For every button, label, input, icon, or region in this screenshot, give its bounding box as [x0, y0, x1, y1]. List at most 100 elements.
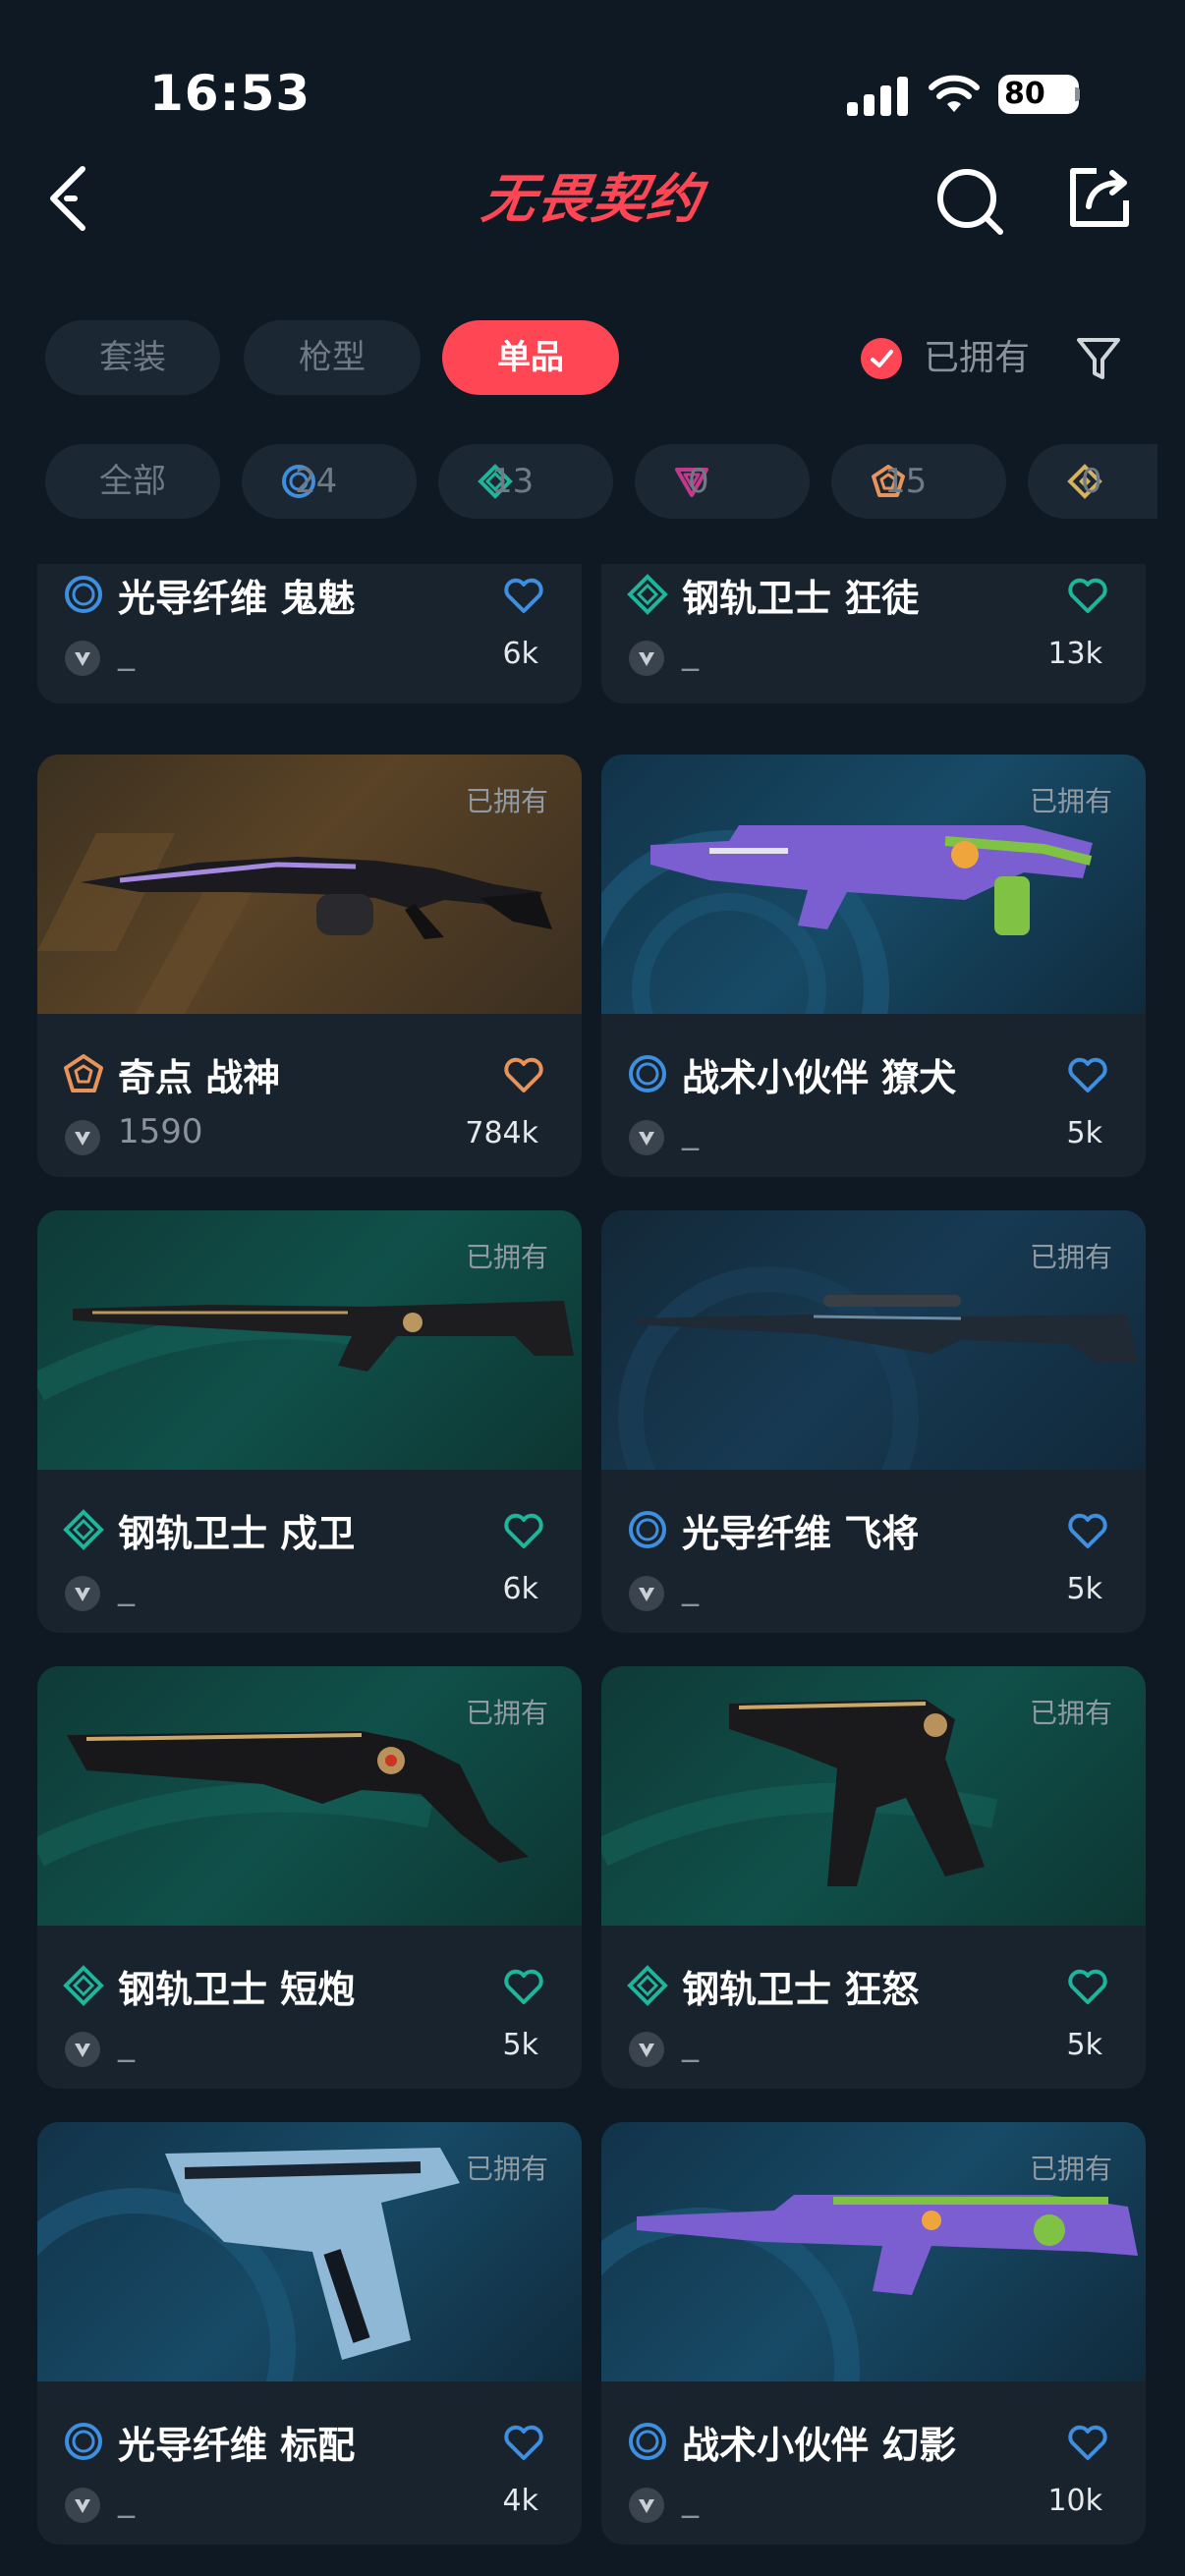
valorant-points-icon	[65, 1120, 100, 1155]
weapon-image: 已拥有	[37, 1666, 582, 1926]
card-info: 钢轨卫士 狂怒 _ 5k	[601, 1926, 1146, 2089]
checkbox-checked-icon[interactable]	[861, 338, 902, 379]
owned-tag: 已拥有	[465, 1241, 548, 1273]
heart-icon[interactable]	[503, 2425, 544, 2462]
tab-weapon-types[interactable]: 枪型	[244, 320, 421, 395]
item-card[interactable]: 已拥有 战术小伙伴 獠犬 _ 5k	[601, 755, 1146, 1177]
heart-icon[interactable]	[1067, 1513, 1108, 1550]
owned-tag: 已拥有	[1029, 2153, 1112, 2185]
select-tier-icon	[63, 2421, 104, 2462]
like-count: 6k	[502, 1572, 538, 1606]
item-card[interactable]: 已拥有 光导纤维 飞将 _ 5k	[601, 1210, 1146, 1633]
item-card[interactable]: 已拥有 钢轨卫士 短炮 _ 5k	[37, 1666, 582, 2089]
weapon-name: 光导纤维 飞将	[682, 1512, 920, 1555]
card-info: 光导纤维 标配 _ 4k	[37, 2381, 582, 2545]
valorant-points-icon	[65, 1576, 100, 1611]
like-count: 13k	[1047, 637, 1102, 671]
valorant-points-icon	[629, 641, 664, 676]
status-time: 16:53	[149, 65, 311, 122]
heart-icon[interactable]	[1067, 1057, 1108, 1094]
chip-exclusive-count: 15	[884, 462, 928, 501]
owned-filter-label: 已拥有	[924, 338, 1031, 378]
tab-items[interactable]: 单品	[442, 320, 619, 395]
weapon-name: 光导纤维 标配	[118, 2424, 356, 2467]
item-card[interactable]: 已拥有 光导纤维 标配 _ 4k	[37, 2122, 582, 2545]
valorant-points-icon	[629, 1576, 664, 1611]
chip-deluxe-tier[interactable]: 13	[438, 444, 613, 519]
like-count: 784k	[465, 1116, 538, 1150]
owned-tag: 已拥有	[465, 2153, 548, 2185]
search-icon[interactable]	[933, 165, 1006, 238]
price: _	[682, 633, 699, 672]
heart-icon[interactable]	[503, 1969, 544, 2006]
deluxe-tier-icon	[627, 574, 668, 615]
chip-ultra-tier[interactable]: 0	[1028, 444, 1157, 519]
valorant-points-icon	[65, 2488, 100, 2523]
weapon-name: 钢轨卫士 短炮	[118, 1968, 356, 2011]
tab-sets[interactable]: 套装	[45, 320, 220, 395]
item-card[interactable]: 钢轨卫士 狂徒 _ 13k	[601, 564, 1146, 703]
price: _	[682, 1568, 699, 1607]
back-icon[interactable]	[43, 161, 102, 236]
item-card[interactable]: 已拥有 奇点 战神 1590 784k	[37, 755, 582, 1177]
card-info: 战术小伙伴 幻影 _ 10k	[601, 2381, 1146, 2545]
weapon-image: 已拥有	[601, 2122, 1146, 2381]
chip-premium-tier[interactable]: 0	[635, 444, 810, 519]
owned-tag: 已拥有	[465, 1697, 548, 1729]
item-card[interactable]: 已拥有 战术小伙伴 幻影 _ 10k	[601, 2122, 1146, 2545]
price: 1590	[118, 1112, 203, 1151]
weapon-image: 已拥有	[601, 1666, 1146, 1926]
select-tier-icon	[63, 574, 104, 615]
heart-icon[interactable]	[1067, 1969, 1108, 2006]
heart-icon[interactable]	[503, 1057, 544, 1094]
share-icon[interactable]	[1067, 165, 1132, 230]
chip-select-tier[interactable]: 24	[242, 444, 417, 519]
price: _	[118, 633, 135, 672]
owned-tag: 已拥有	[1029, 1697, 1112, 1729]
card-info: 光导纤维 鬼魅 _ 6k	[37, 564, 582, 703]
chip-exclusive-tier[interactable]: 15	[831, 444, 1006, 519]
valorant-points-icon	[65, 641, 100, 676]
wifi-icon	[929, 75, 980, 112]
valorant-points-icon	[629, 1120, 664, 1155]
weapon-image: 已拥有	[37, 1210, 582, 1470]
chip-deluxe-count: 13	[491, 462, 535, 501]
weapon-name: 钢轨卫士 狂怒	[682, 1968, 920, 2011]
heart-icon[interactable]	[503, 1513, 544, 1550]
price: _	[682, 2480, 699, 2519]
like-count: 5k	[502, 2028, 538, 2062]
cellular-signal-icon	[847, 75, 908, 116]
exclusive-tier-icon	[63, 1053, 104, 1094]
weapon-name: 奇点 战神	[118, 1056, 281, 1099]
filter-icon[interactable]	[1075, 334, 1122, 383]
valorant-points-icon	[65, 2032, 100, 2067]
weapon-image: 已拥有	[37, 2122, 582, 2381]
item-card[interactable]: 已拥有 钢轨卫士 狂怒 _ 5k	[601, 1666, 1146, 2089]
deluxe-tier-icon	[627, 1965, 668, 2006]
like-count: 5k	[1066, 2028, 1102, 2062]
weapon-image: 已拥有	[601, 1210, 1146, 1470]
deluxe-tier-icon	[63, 1509, 104, 1550]
price: _	[682, 2024, 699, 2063]
like-count: 5k	[1066, 1572, 1102, 1606]
battery-tip	[1075, 87, 1080, 101]
card-info: 钢轨卫士 狂徒 _ 13k	[601, 564, 1146, 703]
weapon-name: 钢轨卫士 狂徒	[682, 577, 920, 620]
status-bar: 16:53 80	[0, 0, 1185, 147]
chip-ultra-count: 0	[1081, 462, 1102, 501]
heart-icon[interactable]	[503, 578, 544, 615]
item-card[interactable]: 光导纤维 鬼魅 _ 6k	[37, 564, 582, 703]
card-info: 钢轨卫士 短炮 _ 5k	[37, 1926, 582, 2089]
card-info: 光导纤维 飞将 _ 5k	[601, 1470, 1146, 1633]
weapon-name: 战术小伙伴 幻影	[682, 2424, 957, 2467]
heart-icon[interactable]	[1067, 2425, 1108, 2462]
valorant-points-icon	[629, 2488, 664, 2523]
like-count: 4k	[502, 2484, 538, 2518]
owned-tag: 已拥有	[465, 785, 548, 817]
item-card[interactable]: 已拥有 钢轨卫士 戍卫 _ 6k	[37, 1210, 582, 1633]
owned-tag: 已拥有	[1029, 1241, 1112, 1273]
heart-icon[interactable]	[1067, 578, 1108, 615]
tier-filter-bar: 全部 24 13 0 15 0	[0, 432, 1157, 531]
chip-all[interactable]: 全部	[45, 444, 220, 519]
weapon-image: 已拥有	[601, 755, 1146, 1014]
